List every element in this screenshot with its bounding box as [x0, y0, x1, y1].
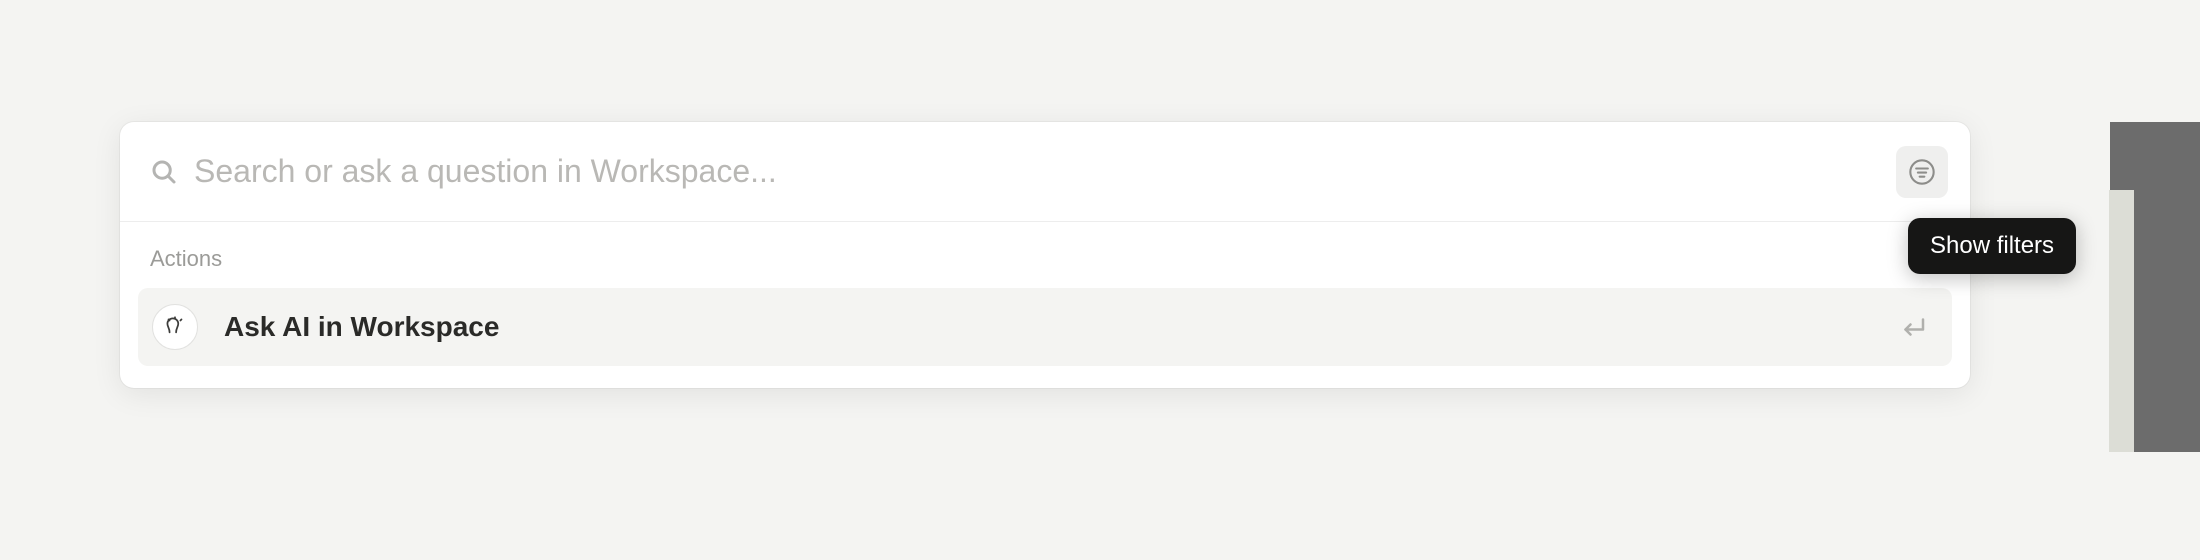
- ai-icon: [152, 304, 198, 350]
- actions-section-label: Actions: [150, 246, 222, 271]
- search-bar: [120, 122, 1970, 222]
- show-filters-button[interactable]: [1896, 146, 1948, 198]
- action-item-label: Ask AI in Workspace: [198, 311, 1898, 343]
- search-input[interactable]: [184, 153, 1896, 190]
- search-icon: [144, 157, 184, 187]
- search-dialog: Actions Ask AI in Workspace: [120, 122, 1970, 388]
- actions-section-header: Actions: [120, 222, 1970, 288]
- action-item-ask-ai[interactable]: Ask AI in Workspace: [138, 288, 1952, 366]
- filter-lines-icon: [1908, 158, 1936, 186]
- show-filters-tooltip: Show filters: [1908, 218, 2076, 274]
- enter-key-icon: [1898, 312, 1928, 342]
